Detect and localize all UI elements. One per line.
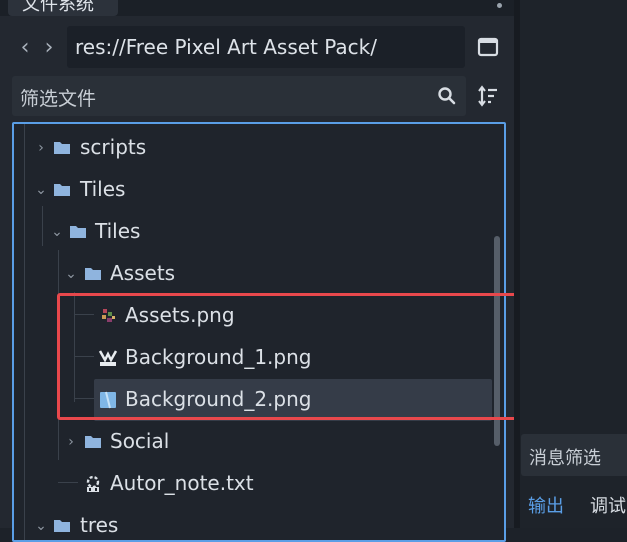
text-file-icon [86, 475, 100, 492]
folder-icon [54, 184, 70, 196]
tree-item-tres[interactable]: ⌄ tres [14, 505, 492, 540]
tree-item-label: Autor_note.txt [110, 471, 254, 495]
file-filter-input[interactable]: 筛选文件 [12, 76, 466, 116]
filesystem-dock: 文件系统 ‹ › res://Free Pixel Art Asset Pack… [0, 0, 521, 542]
tree-item-label: Tiles [95, 219, 141, 243]
tree-item-label: tres [80, 513, 119, 537]
forward-button[interactable]: › [40, 34, 58, 62]
folder-icon [70, 226, 86, 238]
tab-debugger[interactable]: 调试 [590, 492, 626, 518]
tab-filesystem-label: 文件系统 [22, 0, 94, 15]
dock-menu-icon[interactable] [497, 3, 502, 8]
tree-item-tiles-nested[interactable]: ⌄ Tiles [14, 211, 492, 253]
chevron-down-icon[interactable]: ⌄ [34, 181, 48, 199]
sort-icon[interactable] [476, 84, 500, 108]
message-filter-placeholder: 消息筛选 [529, 448, 601, 469]
chevron-down-icon[interactable]: ⌄ [34, 517, 48, 535]
toggle-split-mode-icon[interactable] [477, 36, 499, 58]
search-icon [438, 87, 456, 105]
tab-filesystem[interactable]: 文件系统 [8, 0, 118, 16]
tree-item-assets[interactable]: ⌄ Assets [14, 253, 492, 295]
tree-item-label: scripts [80, 135, 147, 159]
tree-item-scripts[interactable]: › scripts [14, 127, 492, 169]
chevron-down-icon[interactable]: ⌄ [50, 223, 64, 241]
tree-item-tiles[interactable]: ⌄ Tiles [14, 169, 492, 211]
folder-icon [54, 520, 70, 532]
message-filter-input[interactable]: 消息筛选 [521, 434, 627, 476]
file-filter-placeholder: 筛选文件 [20, 88, 97, 110]
folder-icon [85, 436, 101, 448]
tree-item-autor-note-txt[interactable]: Autor_note.txt [14, 463, 492, 505]
dock-tab-strip: 文件系统 [0, 0, 514, 16]
tree-item-label: Social [110, 429, 170, 453]
folder-icon [85, 268, 101, 280]
chevron-down-icon[interactable]: ⌄ [64, 265, 78, 283]
back-button[interactable]: ‹ [16, 34, 34, 62]
chevron-right-icon[interactable]: › [64, 433, 78, 451]
tab-output[interactable]: 输出 [528, 492, 564, 518]
folder-icon [54, 142, 70, 154]
tree-item-label: Tiles [80, 177, 126, 201]
annotation-highlight-box [57, 293, 521, 420]
tree-item-label: Assets [110, 261, 176, 285]
path-field-value: res://Free Pixel Art Asset Pack/ [75, 35, 378, 59]
tree-item-social[interactable]: › Social [14, 421, 492, 463]
path-field[interactable]: res://Free Pixel Art Asset Pack/ [67, 26, 465, 68]
chevron-right-icon[interactable]: › [34, 139, 48, 157]
